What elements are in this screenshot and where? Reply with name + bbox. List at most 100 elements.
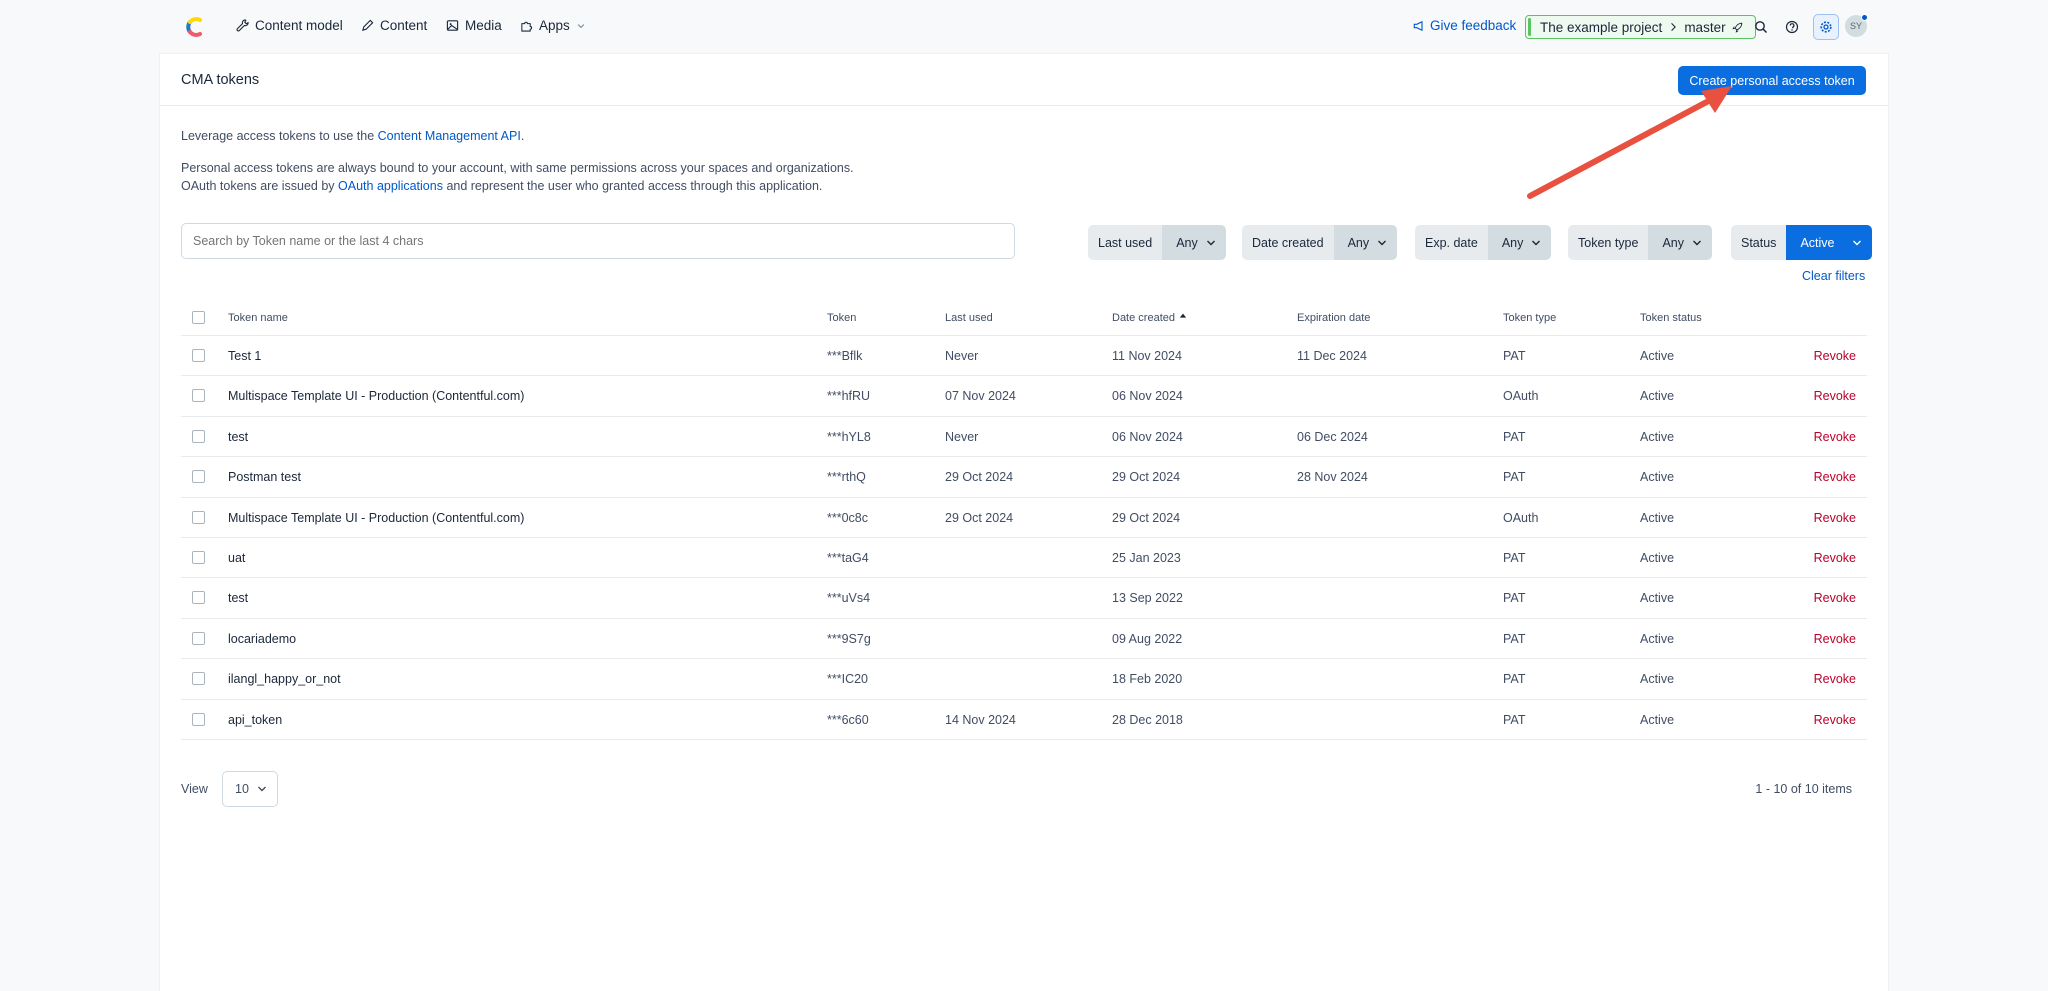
revoke-button[interactable]: Revoke bbox=[1814, 672, 1856, 686]
revoke-button[interactable]: Revoke bbox=[1814, 470, 1856, 484]
revoke-button[interactable]: Revoke bbox=[1814, 713, 1856, 727]
row-checkbox[interactable] bbox=[192, 429, 205, 443]
cell-expiration-date: 28 Nov 2024 bbox=[1297, 470, 1368, 485]
filter-value[interactable]: Any bbox=[1162, 225, 1226, 260]
filter-token-type[interactable]: Token type Any bbox=[1568, 225, 1713, 260]
nav-content[interactable]: Content bbox=[361, 18, 427, 33]
filter-value-text: Any bbox=[1347, 235, 1370, 250]
row-checkbox[interactable] bbox=[192, 550, 205, 564]
environment-name: master bbox=[1684, 19, 1726, 35]
search-button[interactable] bbox=[1751, 17, 1771, 37]
revoke-button[interactable]: Revoke bbox=[1814, 551, 1856, 565]
create-personal-access-token-button[interactable]: Create personal access token bbox=[1678, 66, 1866, 95]
cell-token-status: Active bbox=[1640, 510, 1675, 525]
page-size-select[interactable]: 10 bbox=[222, 771, 278, 807]
filter-value-text: Any bbox=[1176, 235, 1198, 250]
cell-token-status: Active bbox=[1640, 631, 1675, 646]
cell-token-name: ilangl_happy_or_not bbox=[228, 672, 341, 687]
cell-token-status: Active bbox=[1640, 389, 1675, 404]
megaphone-icon bbox=[1413, 20, 1423, 31]
cell-token-status: Active bbox=[1640, 550, 1675, 565]
help-button[interactable] bbox=[1782, 17, 1802, 37]
cell-date-created: 11 Nov 2024 bbox=[1112, 349, 1182, 363]
filter-last-used[interactable]: Last used Any bbox=[1088, 225, 1226, 260]
chevron-down-icon bbox=[257, 786, 266, 792]
row-checkbox[interactable] bbox=[192, 389, 205, 403]
cell-date-created: 18 Feb 2020 bbox=[1112, 672, 1183, 687]
chevron-down-icon bbox=[1853, 240, 1862, 245]
nav-content-model[interactable]: Content model bbox=[236, 18, 343, 33]
image-icon bbox=[446, 20, 459, 31]
nav-apps-label: Apps bbox=[539, 18, 570, 33]
table-row: ilangl_happy_or_not ***IC20 18 Feb 2020 PAT… bbox=[181, 659, 1867, 700]
table-row: api_token ***6c60 14 Nov 2024 28 Dec 2018 PA… bbox=[181, 700, 1867, 740]
revoke-button[interactable]: Revoke bbox=[1814, 632, 1856, 646]
project-name: The example project bbox=[1540, 19, 1663, 35]
cell-token-status: Active bbox=[1640, 591, 1675, 606]
cell-date-created: 13 Sep 2022 bbox=[1112, 591, 1183, 606]
token-search-input[interactable] bbox=[181, 223, 1015, 259]
wrench-icon bbox=[236, 19, 249, 32]
page-title: CMA tokens bbox=[181, 72, 260, 88]
cell-token-type: PAT bbox=[1503, 712, 1526, 727]
filter-value[interactable]: Any bbox=[1333, 225, 1398, 260]
cell-token: ***hfRU bbox=[827, 389, 871, 404]
revoke-button[interactable]: Revoke bbox=[1814, 389, 1856, 403]
filter-date-created[interactable]: Date created Any bbox=[1242, 225, 1398, 260]
intro-prefix: Leverage access tokens to use the bbox=[181, 129, 378, 143]
give-feedback-link[interactable]: Give feedback bbox=[1413, 18, 1516, 33]
row-checkbox[interactable] bbox=[192, 712, 205, 726]
select-all-checkbox[interactable] bbox=[192, 311, 205, 324]
row-checkbox[interactable] bbox=[192, 591, 205, 605]
chevron-right-icon bbox=[1671, 23, 1677, 31]
rocket-icon bbox=[1731, 22, 1742, 33]
cell-token-type: PAT bbox=[1503, 349, 1526, 363]
cell-token: ***Bflk bbox=[827, 349, 863, 363]
cell-last-used: 07 Nov 2024 bbox=[945, 389, 1016, 404]
cell-date-created: 09 Aug 2022 bbox=[1112, 631, 1183, 646]
header-last-used[interactable]: Last used bbox=[945, 312, 993, 324]
row-checkbox[interactable] bbox=[192, 349, 205, 362]
filter-value-text: Active bbox=[1800, 235, 1835, 250]
settings-button[interactable] bbox=[1813, 14, 1839, 40]
nav-apps[interactable]: Apps bbox=[520, 18, 586, 33]
filter-value[interactable]: Active bbox=[1786, 225, 1873, 260]
filter-value-text: Any bbox=[1662, 235, 1685, 250]
oauth-applications-link[interactable]: OAuth applications bbox=[338, 179, 443, 193]
header-token-type: Token type bbox=[1503, 312, 1557, 324]
cell-token-type: PAT bbox=[1503, 470, 1526, 485]
row-checkbox[interactable] bbox=[192, 470, 205, 484]
oauth-prefix: OAuth tokens are issued by bbox=[181, 179, 339, 193]
clear-filters-link[interactable]: Clear filters bbox=[1802, 269, 1865, 283]
revoke-button[interactable]: Revoke bbox=[1814, 511, 1856, 525]
oauth-suffix: and represent the user who granted acces… bbox=[442, 179, 823, 193]
table-row: test ***hYL8 Never 06 Nov 2024 06 Dec 2024 PA… bbox=[181, 417, 1867, 458]
cell-expiration-date: 06 Dec 2024 bbox=[1297, 429, 1368, 444]
nav-media[interactable]: Media bbox=[446, 18, 502, 33]
environment-switcher[interactable]: The example project master bbox=[1525, 15, 1756, 39]
contentful-logo-icon[interactable] bbox=[183, 15, 205, 39]
caret-down-icon bbox=[577, 23, 585, 28]
cell-date-created: 29 Oct 2024 bbox=[1112, 510, 1181, 525]
cell-last-used: 29 Oct 2024 bbox=[945, 470, 1014, 485]
revoke-button[interactable]: Revoke bbox=[1814, 591, 1856, 605]
header-token-name[interactable]: Token name bbox=[228, 312, 288, 324]
cell-expiration-date: 11 Dec 2024 bbox=[1297, 349, 1367, 363]
revoke-button[interactable]: Revoke bbox=[1814, 349, 1856, 363]
filter-status[interactable]: Status Active bbox=[1731, 225, 1873, 260]
filter-label: Status bbox=[1731, 225, 1787, 260]
content-management-api-link[interactable]: Content Management API bbox=[378, 129, 521, 143]
cell-token: ***0c8c bbox=[827, 510, 868, 525]
cell-token: ***uVs4 bbox=[827, 591, 871, 606]
header-expiration-date[interactable]: Expiration date bbox=[1297, 312, 1370, 324]
row-checkbox[interactable] bbox=[192, 672, 205, 686]
row-checkbox[interactable] bbox=[192, 631, 205, 645]
filter-value[interactable]: Any bbox=[1487, 225, 1552, 260]
header-date-created[interactable]: Date created bbox=[1112, 312, 1187, 324]
cell-date-created: 06 Nov 2024 bbox=[1112, 389, 1183, 404]
revoke-button[interactable]: Revoke bbox=[1814, 430, 1856, 444]
filter-value[interactable]: Any bbox=[1648, 225, 1713, 260]
filter-exp-date[interactable]: Exp. date Any bbox=[1415, 225, 1552, 260]
cell-token-status: Active bbox=[1640, 429, 1675, 444]
row-checkbox[interactable] bbox=[192, 510, 205, 524]
